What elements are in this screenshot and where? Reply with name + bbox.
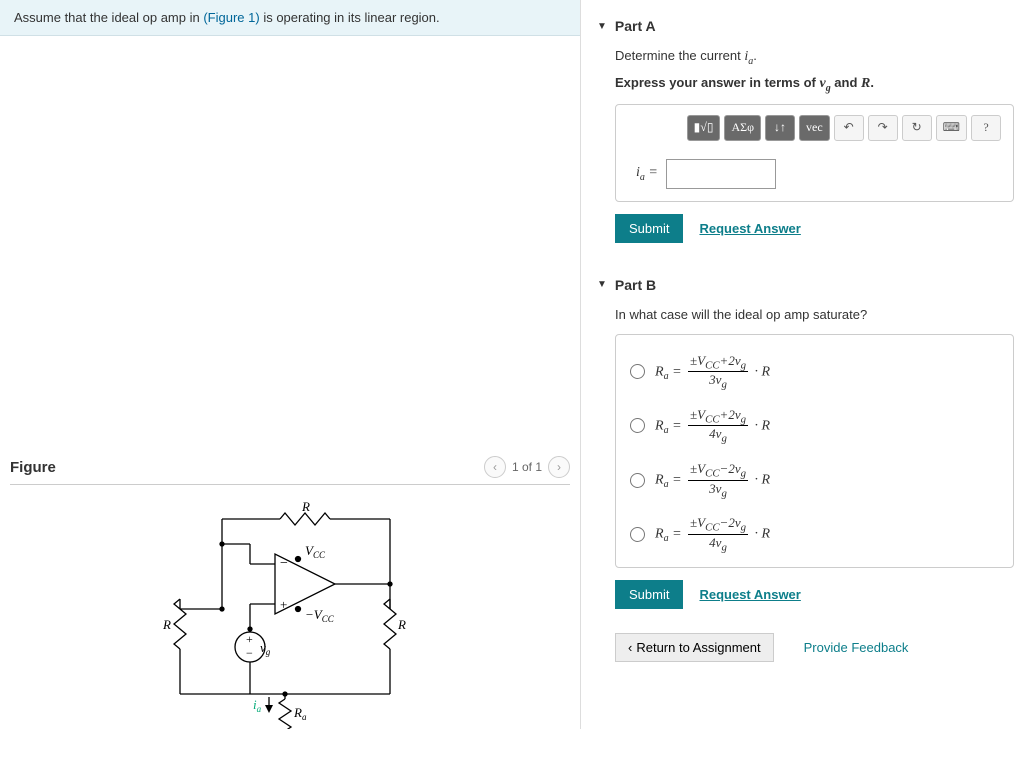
tool-reset-button[interactable]: ↻: [902, 115, 932, 141]
request-answer-a-link[interactable]: Request Answer: [699, 221, 800, 236]
part-a-instruction-2: Express your answer in terms of vg and R…: [615, 75, 1014, 94]
eq-lhs: ia =: [636, 165, 658, 183]
circuit-diagram: R − + VCC −VCC R R + − vg ia Ra: [130, 499, 450, 729]
choice-1[interactable]: Ra = ±VCC+2vg3vg · R: [630, 345, 999, 399]
part-a-header[interactable]: Part A: [597, 12, 1014, 44]
tool-template-button[interactable]: ▮√▯: [687, 115, 721, 141]
problem-prompt: Assume that the ideal op amp in (Figure …: [0, 0, 580, 36]
choice-1-radio[interactable]: [630, 364, 645, 379]
feedback-link[interactable]: Provide Feedback: [804, 640, 909, 655]
tool-keyboard-button[interactable]: ⌨: [936, 115, 967, 141]
submit-a-button[interactable]: Submit: [615, 214, 683, 243]
svg-text:−VCC: −VCC: [305, 607, 335, 624]
svg-text:R: R: [397, 617, 406, 632]
choice-group-b: Ra = ±VCC+2vg3vg · R Ra = ±VCC+2vg4vg · …: [615, 334, 1014, 569]
prompt-pre: Assume that the ideal op amp in: [14, 10, 203, 25]
choice-2[interactable]: Ra = ±VCC+2vg4vg · R: [630, 399, 999, 453]
svg-text:R: R: [301, 499, 310, 514]
svg-text:VCC: VCC: [305, 543, 326, 560]
tool-subscript-button[interactable]: ↓↑: [765, 115, 795, 141]
svg-text:Ra: Ra: [293, 705, 307, 722]
choice-3-radio[interactable]: [630, 473, 645, 488]
part-b-header[interactable]: Part B: [597, 271, 1014, 303]
return-button[interactable]: ‹Return to Assignment: [615, 633, 774, 662]
tool-vec-button[interactable]: vec: [799, 115, 830, 141]
figure-next-button[interactable]: ›: [548, 456, 570, 478]
tool-help-button[interactable]: ?: [971, 115, 1001, 141]
answer-box-a: ▮√▯ ΑΣφ ↓↑ vec ↶ ↷ ↻ ⌨ ? ia =: [615, 104, 1014, 202]
choice-4-radio[interactable]: [630, 527, 645, 542]
part-b-prompt: In what case will the ideal op amp satur…: [615, 307, 1014, 322]
answer-input-a[interactable]: [666, 159, 776, 189]
figure-prev-button[interactable]: ‹: [484, 456, 506, 478]
svg-text:−: −: [280, 556, 288, 571]
prompt-post: is operating in its linear region.: [260, 10, 440, 25]
svg-text:ia: ia: [253, 697, 262, 714]
svg-text:+: +: [246, 632, 253, 646]
svg-text:R: R: [162, 617, 171, 632]
choice-2-radio[interactable]: [630, 418, 645, 433]
svg-text:vg: vg: [260, 640, 271, 657]
submit-b-button[interactable]: Submit: [615, 580, 683, 609]
choice-3[interactable]: Ra = ±VCC−2vg3vg · R: [630, 453, 999, 507]
request-answer-b-link[interactable]: Request Answer: [699, 587, 800, 602]
tool-redo-button[interactable]: ↷: [868, 115, 898, 141]
tool-greek-button[interactable]: ΑΣφ: [724, 115, 761, 141]
svg-text:−: −: [246, 646, 253, 660]
figure-counter: 1 of 1: [512, 460, 542, 474]
part-a-instruction-1: Determine the current ia.: [615, 48, 1014, 67]
chevron-left-icon: ‹: [628, 640, 632, 655]
tool-undo-button[interactable]: ↶: [834, 115, 864, 141]
choice-4[interactable]: Ra = ±VCC−2vg4vg · R: [630, 507, 999, 561]
figure-link[interactable]: (Figure 1): [203, 10, 259, 25]
svg-text:+: +: [280, 597, 287, 612]
figure-title: Figure: [10, 459, 56, 476]
